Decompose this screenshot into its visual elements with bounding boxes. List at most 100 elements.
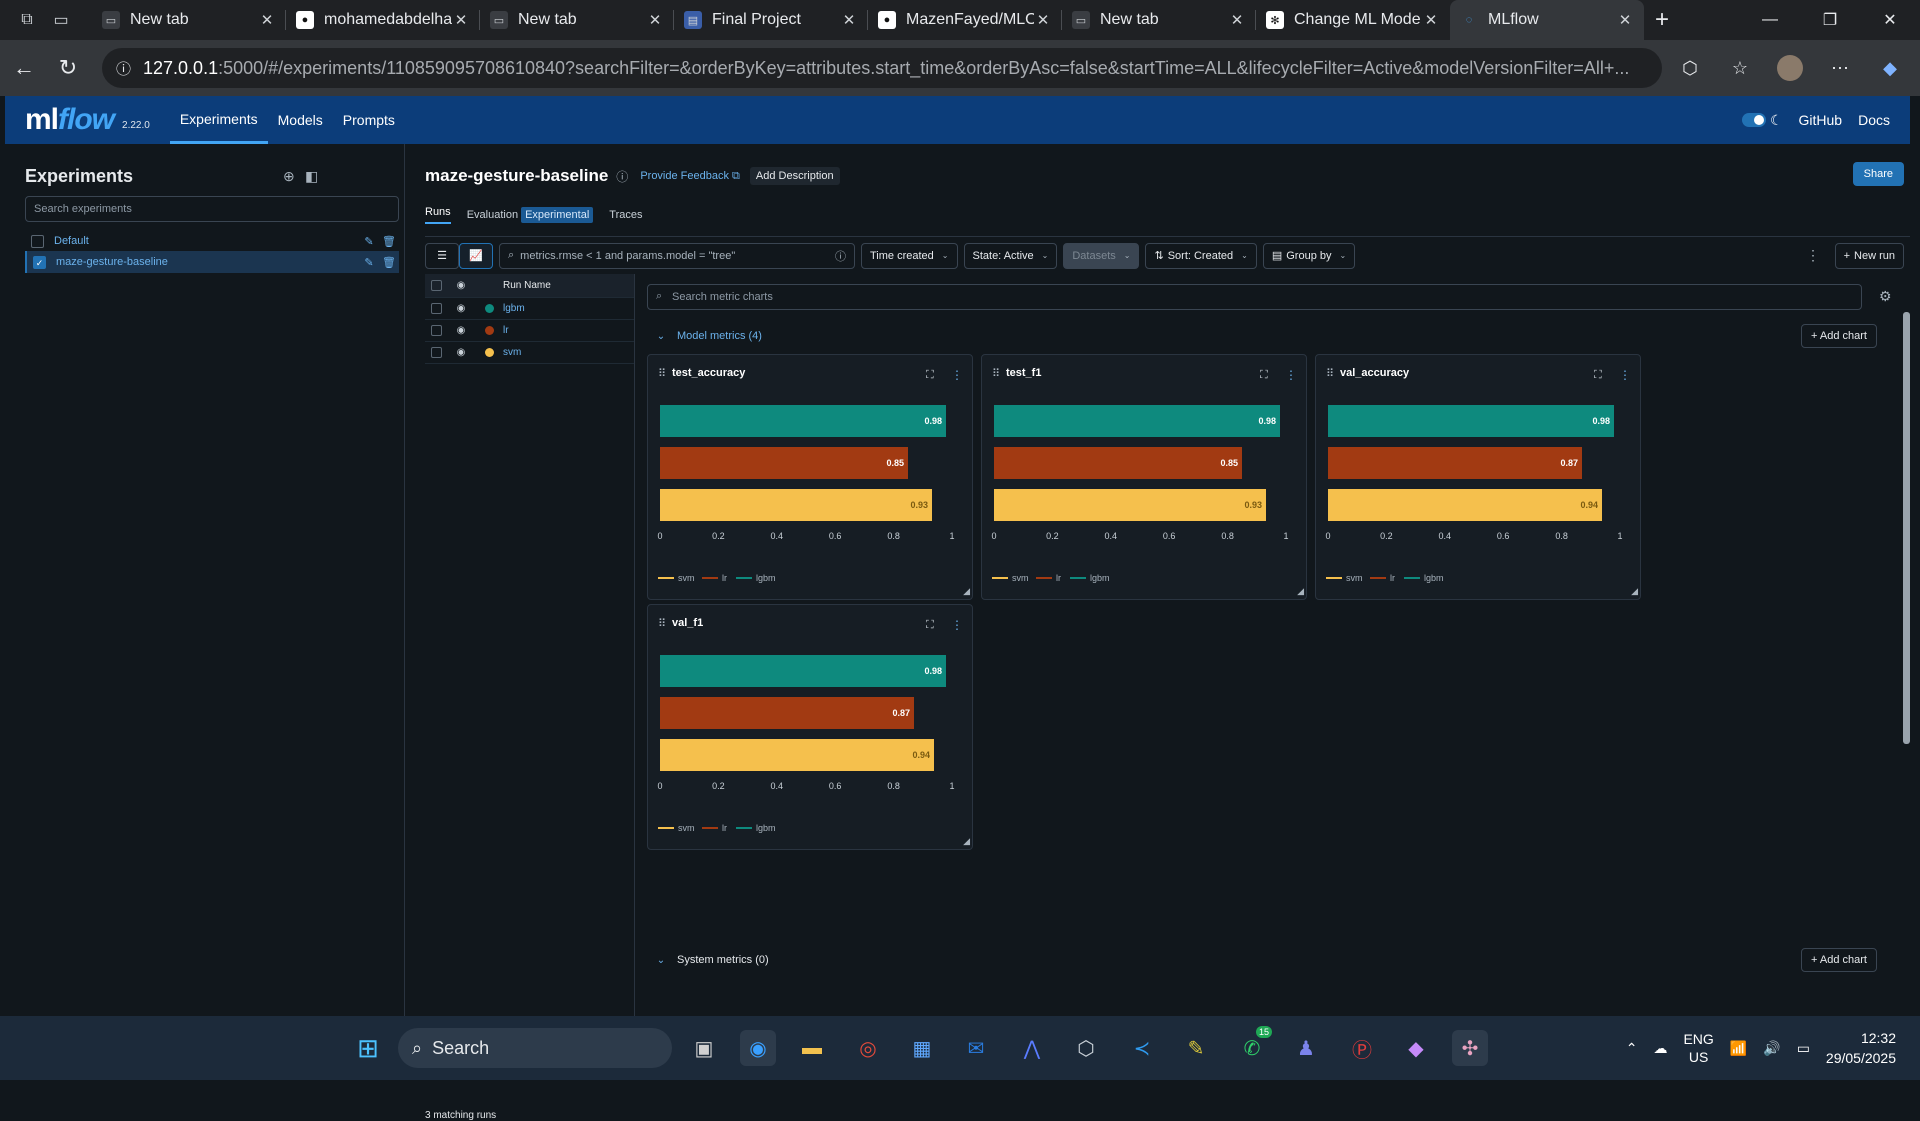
file-explorer-icon[interactable]: ▬ <box>794 1030 830 1066</box>
info-icon[interactable]: ⓘ <box>616 168 628 185</box>
new-run-button[interactable]: + New run <box>1834 242 1904 269</box>
close-tab-icon[interactable]: ✕ <box>452 11 470 29</box>
run-color-dot[interactable] <box>484 304 494 313</box>
close-tab-icon[interactable]: ✕ <box>646 11 664 29</box>
info-icon[interactable]: ⓘ <box>116 58 131 79</box>
resize-handle-icon[interactable]: ◢ <box>1631 586 1638 597</box>
legend-item[interactable]: lr <box>1370 573 1395 583</box>
close-tab-icon[interactable]: ✕ <box>1228 11 1246 29</box>
tab-evaluation[interactable]: Evaluation Experimental <box>467 207 594 223</box>
browser-tab[interactable]: ▭ New tab ✕ <box>1062 0 1256 40</box>
run-name-link[interactable]: lgbm <box>503 303 525 314</box>
experiment-checkbox[interactable] <box>31 234 44 248</box>
chevron-down-icon[interactable]: ⌄ <box>651 331 671 342</box>
close-tab-icon[interactable]: ✕ <box>1422 11 1440 29</box>
copilot-app-icon[interactable]: ◆ <box>1398 1030 1434 1066</box>
slack-icon[interactable]: ✣ <box>1452 1030 1488 1066</box>
filter-info-icon[interactable]: ⓘ <box>835 248 846 264</box>
sort-dropdown[interactable]: ⇅ Sort: Created ⌄ <box>1145 242 1257 269</box>
resize-handle-icon[interactable]: ◢ <box>1297 586 1304 597</box>
legend-item[interactable]: lr <box>1036 573 1061 583</box>
tab-runs[interactable]: Runs <box>425 206 451 224</box>
legend-item[interactable]: lgbm <box>1404 573 1444 583</box>
nav-prompts[interactable]: Prompts <box>333 96 405 144</box>
add-chart-button[interactable]: + Add chart <box>1801 948 1877 972</box>
search-experiments-input[interactable]: Search experiments <box>25 196 399 222</box>
trash-icon[interactable]: 🗑 <box>379 235 399 248</box>
charts-scrollbar[interactable] <box>1902 294 1910 994</box>
nav-models[interactable]: Models <box>268 96 333 144</box>
time-created-dropdown[interactable]: Time created ⌄ <box>861 242 958 269</box>
close-tab-icon[interactable]: ✕ <box>840 11 858 29</box>
run-checkbox[interactable] <box>430 303 442 314</box>
close-tab-icon[interactable]: ✕ <box>1034 11 1052 29</box>
gear-icon[interactable]: ⚙ <box>1879 288 1892 305</box>
legend-item[interactable]: svm <box>658 823 695 833</box>
select-all-checkbox[interactable] <box>430 280 442 291</box>
taskbar-search[interactable]: ⌕ Search <box>398 1028 672 1068</box>
paint-icon[interactable]: ✎ <box>1178 1030 1214 1066</box>
run-name-header[interactable]: Run Name <box>503 280 551 291</box>
volume-icon[interactable]: 🔊 <box>1763 1040 1780 1057</box>
resize-handle-icon[interactable]: ◢ <box>963 836 970 847</box>
resize-handle-icon[interactable]: ◢ <box>963 586 970 597</box>
teams-icon[interactable]: ♟ <box>1288 1030 1324 1066</box>
run-color-dot[interactable] <box>484 348 494 357</box>
drag-handle-icon[interactable]: ⠿ <box>992 367 1000 380</box>
extensions-icon[interactable]: ⬡ <box>1670 48 1710 88</box>
github-link[interactable]: GitHub <box>1799 112 1843 128</box>
legend-item[interactable]: lr <box>702 823 727 833</box>
search-metric-charts-input[interactable]: ⌕ Search metric charts <box>647 284 1862 310</box>
fullscreen-icon[interactable]: ⛶ <box>1260 369 1268 382</box>
run-checkbox[interactable] <box>430 347 442 358</box>
outlook-icon[interactable]: ✉ <box>958 1030 994 1066</box>
state-dropdown[interactable]: State: Active ⌄ <box>963 242 1058 269</box>
theme-toggle[interactable] <box>1741 113 1766 127</box>
fullscreen-icon[interactable]: ⛶ <box>1594 369 1602 382</box>
clock[interactable]: 12:32 29/05/2025 <box>1826 1028 1896 1068</box>
mlflow-logo[interactable]: mlflow <box>25 103 115 137</box>
chart-view-icon[interactable]: 📈 <box>459 242 493 269</box>
experiment-checkbox[interactable]: ✓ <box>33 255 46 269</box>
system-metrics-section-header[interactable]: ⌄ System metrics (0) + Add chart <box>647 946 1877 974</box>
browser-tab[interactable]: ◌ MLflow ✕ <box>1450 0 1644 40</box>
group-by-dropdown[interactable]: ▤ Group by ⌄ <box>1262 242 1356 269</box>
workspaces-icon[interactable]: ⧉ <box>12 5 42 35</box>
fullscreen-icon[interactable]: ⛶ <box>926 369 934 382</box>
chart-menu-icon[interactable]: ⋮ <box>951 368 963 382</box>
edit-icon[interactable]: ✎ <box>359 235 379 248</box>
url-field[interactable]: ⓘ 127.0.0.1:5000/#/experiments/110859095… <box>102 48 1662 88</box>
scrollbar-thumb[interactable] <box>1903 312 1910 744</box>
battery-icon[interactable]: ▭ <box>1797 1040 1810 1057</box>
eye-icon[interactable]: ◉ <box>447 347 475 358</box>
back-icon[interactable]: ← <box>2 55 46 81</box>
refresh-icon[interactable]: ↻ <box>46 55 90 81</box>
run-filter-input[interactable]: ⌕ metrics.rmse < 1 and params.model = "tr… <box>499 242 855 269</box>
chrome-icon[interactable]: ◎ <box>850 1030 886 1066</box>
legend-item[interactable]: svm <box>658 573 695 583</box>
vscode-icon[interactable]: ≺ <box>1124 1030 1160 1066</box>
onedrive-icon[interactable]: ☁ <box>1653 1040 1667 1057</box>
add-experiment-icon[interactable]: ⊕ <box>283 168 295 185</box>
nav-experiments[interactable]: Experiments <box>169 96 268 144</box>
profile-avatar[interactable] <box>1770 48 1810 88</box>
run-name-link[interactable]: svm <box>503 347 521 358</box>
drag-handle-icon[interactable]: ⠿ <box>1326 367 1334 380</box>
fullscreen-icon[interactable]: ⛶ <box>926 619 934 632</box>
browser-tab[interactable]: ● mohamedabdelha ✕ <box>286 0 480 40</box>
wifi-icon[interactable]: 📶 <box>1730 1040 1747 1057</box>
chevron-up-icon[interactable]: ⌃ <box>1626 1040 1638 1057</box>
legend-item[interactable]: lgbm <box>736 573 776 583</box>
provide-feedback-link[interactable]: Provide Feedback ⧉ <box>640 170 740 183</box>
edge-icon[interactable]: ◉ <box>740 1030 776 1066</box>
new-tab-button[interactable]: + <box>1644 6 1680 34</box>
model-metrics-section-header[interactable]: ⌄ Model metrics (4) + Add chart <box>647 322 1877 350</box>
postman-icon[interactable]: Ⓟ <box>1344 1030 1380 1066</box>
table-row[interactable]: ◉ lgbm <box>425 298 634 320</box>
add-description-button[interactable]: Add Description <box>749 167 840 185</box>
chevron-down-icon[interactable]: ⌄ <box>651 955 671 966</box>
mathpix-icon[interactable]: ⋀ <box>1014 1030 1050 1066</box>
experiment-item-default[interactable]: Default ✎ 🗑 <box>25 230 399 252</box>
task-view-icon[interactable]: ▣ <box>686 1030 722 1066</box>
eye-icon[interactable]: ◉ <box>447 280 475 291</box>
